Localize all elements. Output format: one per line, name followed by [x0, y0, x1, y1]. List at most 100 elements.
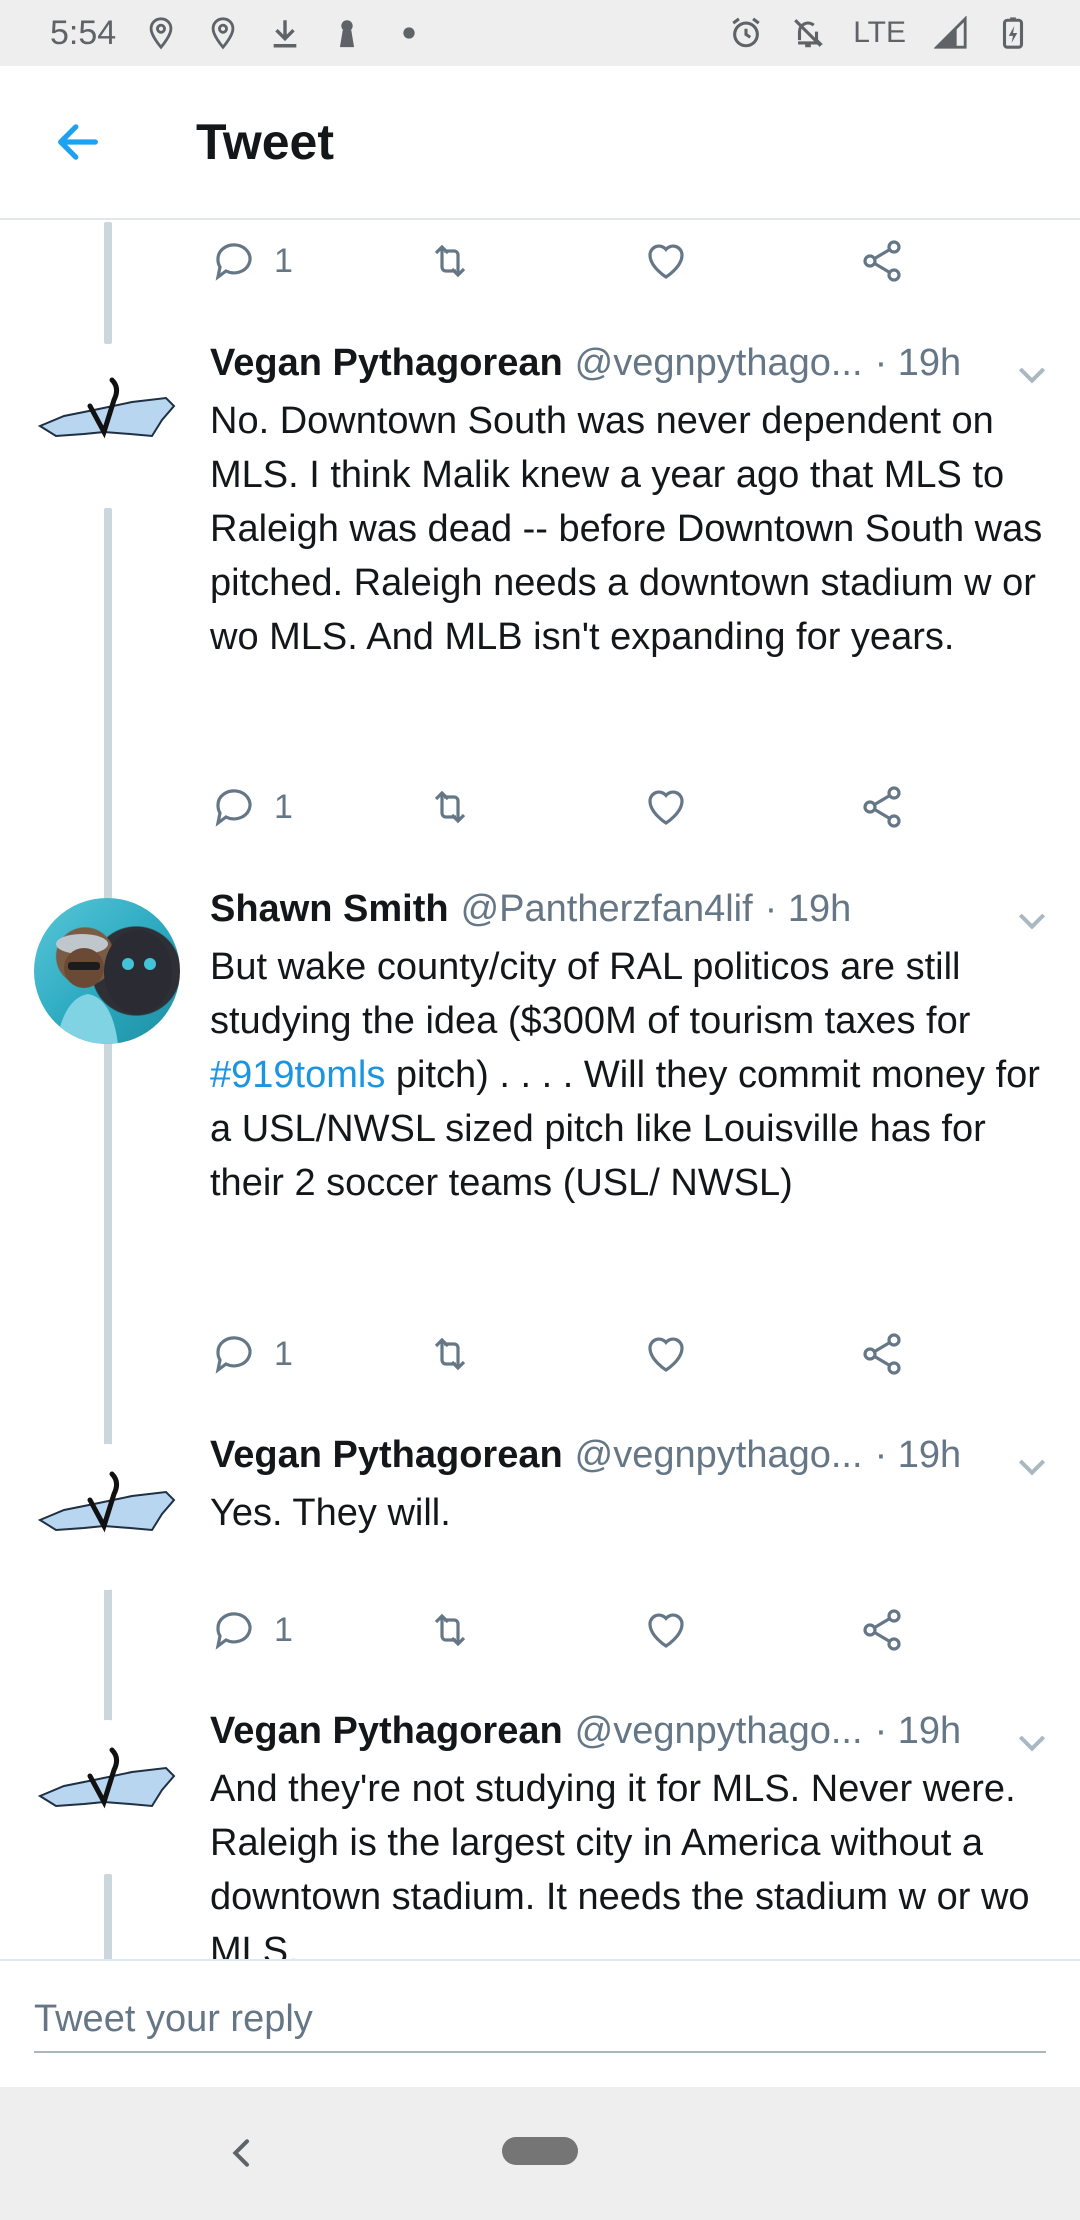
share-button[interactable]: [858, 237, 906, 285]
reply-button[interactable]: 1: [210, 1606, 293, 1654]
avatar[interactable]: [34, 898, 180, 1044]
retweet-button[interactable]: [426, 237, 474, 285]
heart-icon: [648, 1337, 684, 1372]
share-icon: [863, 1333, 901, 1375]
author-handle[interactable]: @Pantherzfan4lif: [461, 888, 753, 931]
reply-count: 1: [274, 241, 293, 280]
nav-back-icon[interactable]: [222, 2133, 262, 2173]
author-name[interactable]: Vegan Pythagorean: [210, 342, 563, 385]
reply-count: 1: [274, 1610, 293, 1649]
chevron-down-icon[interactable]: [1012, 1722, 1052, 1762]
tweet-text-part: But wake county/city of RAL politicos ar…: [210, 946, 971, 1042]
tweet-text: And they're not studying it for MLS. Nev…: [210, 1768, 1030, 1959]
tweet-header: Vegan Pythagorean @vegnpythago... · 19h: [210, 1434, 961, 1477]
tweet-actions: 1: [210, 1330, 970, 1390]
status-left: 5:54: [50, 14, 426, 53]
chevron-down-icon[interactable]: [1012, 900, 1052, 940]
reply-icon: [215, 243, 252, 281]
retweet-icon: [434, 1337, 466, 1371]
like-button[interactable]: [642, 237, 690, 285]
battery-charging-icon: [1002, 17, 1024, 49]
reply-icon: [215, 1336, 252, 1374]
tweet-text: No. Downtown South was never dependent o…: [210, 400, 1043, 658]
tweet-thread: 1 Vegan Pythagorean @vegnpythago... · 19…: [0, 222, 1080, 1959]
retweet-icon: [434, 790, 466, 824]
author-name[interactable]: Vegan Pythagorean: [210, 1710, 563, 1753]
status-bar: 5:54 LTE: [0, 0, 1080, 66]
north-carolina-map-avatar-icon: [37, 1747, 176, 1809]
reply-icon: [215, 1612, 252, 1650]
signal-icon: [934, 16, 967, 49]
tweet-time: · 19h: [874, 1710, 962, 1752]
tweet-header: Vegan Pythagorean @vegnpythago... · 19h: [210, 342, 961, 385]
tweet-header: Shawn Smith @Pantherzfan4lif · 19h: [210, 888, 851, 931]
tweet-text: Yes. They will.: [210, 1492, 451, 1534]
avatar[interactable]: [34, 350, 180, 496]
author-handle[interactable]: @vegnpythago...: [575, 1710, 863, 1753]
location-pin-icon: [211, 17, 235, 50]
retweet-button[interactable]: [426, 1606, 474, 1654]
location-pin-icon: [149, 17, 173, 50]
share-icon: [863, 786, 901, 828]
status-right: LTE: [729, 16, 1030, 50]
reply-button[interactable]: 1: [210, 1330, 293, 1378]
author-name[interactable]: Shawn Smith: [210, 888, 449, 931]
alarm-icon: [732, 17, 760, 48]
retweet-button[interactable]: [426, 1330, 474, 1378]
heart-icon: [648, 790, 684, 825]
share-button[interactable]: [858, 1330, 906, 1378]
thread-line: [104, 222, 112, 344]
reply-count: 1: [274, 787, 293, 826]
tweet-actions: 1: [210, 237, 970, 297]
home-pill-button[interactable]: [502, 2137, 578, 2165]
tweet-header: Vegan Pythagorean @vegnpythago... · 19h: [210, 1710, 961, 1753]
tweet-time: · 19h: [764, 888, 852, 930]
author-handle[interactable]: @vegnpythago...: [575, 1434, 863, 1477]
reply-button[interactable]: 1: [210, 783, 293, 831]
like-button[interactable]: [642, 1330, 690, 1378]
reply-input[interactable]: [34, 1987, 1046, 2053]
system-nav-bar: [0, 2087, 1080, 2220]
tweet-text: But wake county/city of RAL politicos ar…: [210, 940, 1050, 1210]
author-handle[interactable]: @vegnpythago...: [575, 342, 863, 385]
tweet-time: · 19h: [874, 1434, 962, 1476]
tweet-time: · 19h: [874, 342, 962, 384]
retweet-icon: [434, 1613, 466, 1647]
retweet-button[interactable]: [426, 783, 474, 831]
avatar[interactable]: [34, 1444, 180, 1590]
reply-icon: [215, 789, 252, 827]
heart-icon: [648, 1613, 684, 1648]
tweet-actions: 1: [210, 1606, 970, 1666]
north-carolina-map-avatar-icon: [37, 377, 176, 439]
arrow-left-icon: [58, 124, 98, 160]
status-time: 5:54: [50, 13, 117, 52]
thread-line: [104, 1874, 112, 1959]
chevron-down-icon[interactable]: [1012, 1446, 1052, 1486]
user-photo-avatar-icon: [56, 930, 172, 1044]
north-carolina-map-avatar-icon: [37, 1471, 176, 1533]
heart-icon: [648, 244, 684, 279]
share-button[interactable]: [858, 1606, 906, 1654]
app-bar: Tweet: [0, 66, 1080, 220]
author-name[interactable]: Vegan Pythagorean: [210, 1434, 563, 1477]
like-button[interactable]: [642, 1606, 690, 1654]
share-icon: [863, 240, 901, 282]
keyhole-icon: [340, 20, 355, 48]
dot-icon: [403, 27, 415, 39]
page-title: Tweet: [196, 114, 334, 170]
share-icon: [863, 1609, 901, 1651]
network-label: LTE: [853, 16, 906, 49]
chevron-down-icon[interactable]: [1012, 354, 1052, 394]
hashtag-link[interactable]: #919tomls: [210, 1054, 385, 1096]
avatar[interactable]: [34, 1720, 180, 1866]
tweet-actions: 1: [210, 783, 970, 843]
reply-composer: [0, 1959, 1080, 2087]
download-icon: [273, 20, 297, 48]
back-button[interactable]: [42, 106, 114, 178]
like-button[interactable]: [642, 783, 690, 831]
share-button[interactable]: [858, 783, 906, 831]
retweet-icon: [434, 244, 466, 278]
notifications-off-icon: [794, 19, 824, 48]
reply-count: 1: [274, 1334, 293, 1373]
reply-button[interactable]: 1: [210, 237, 293, 285]
